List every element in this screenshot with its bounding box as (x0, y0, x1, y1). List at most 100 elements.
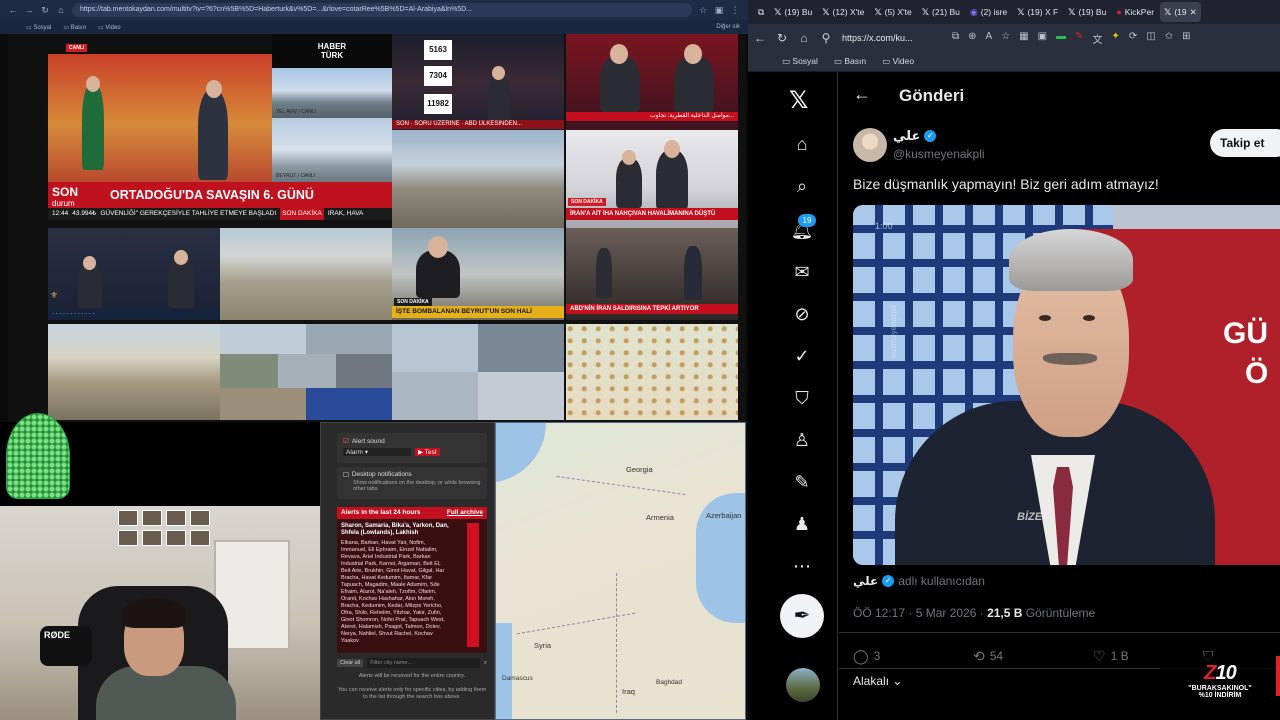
back-icon[interactable]: ← (754, 31, 766, 45)
favorite-star-icon[interactable]: ☆ (1001, 31, 1010, 46)
beirut-live-tile[interactable]: BEYRUT / CANLI (272, 118, 392, 182)
clear-all-button[interactable]: Clear all (337, 659, 364, 667)
back-arrow-icon[interactable]: ← (853, 84, 871, 105)
search-icon[interactable]: ⌕ (484, 660, 487, 667)
grok-icon[interactable]: ⊘ (790, 302, 814, 326)
page-icon[interactable]: ⧉ (952, 31, 959, 46)
home-icon[interactable]: ⌂ (56, 5, 66, 15)
bookmark-basin[interactable]: ▭ Basın (834, 56, 866, 67)
test-button[interactable]: ▶ Test (415, 448, 440, 456)
tab-1[interactable]: 𝕏 (19) Bu (770, 2, 816, 22)
reload-icon[interactable]: ↻ (776, 31, 788, 45)
tweet-video[interactable]: GÜ Ö 1:00 kusmeyenakpli BİZE (853, 205, 1280, 565)
alert-sound-select[interactable]: Alarm ▾ (343, 448, 411, 456)
jerusalem-tile[interactable] (48, 324, 220, 420)
repost-button[interactable]: ⟲ 54 (973, 646, 1093, 666)
favorites-icon[interactable]: ✩ (1165, 31, 1173, 46)
beirut-report-tile[interactable]: SON DAKİKA İŞTE BOMBALANAN BEYRUT'UN SON… (392, 228, 564, 320)
star-icon[interactable]: ☆ (698, 5, 708, 16)
aj-guest-2 (168, 258, 194, 308)
tab-7[interactable]: 𝕏 (19) Bu (1064, 2, 1110, 22)
abd-tile[interactable]: ABD'NİN İRAN SALDIRISINA TEPKİ ARTIYOR (566, 228, 738, 320)
reply-sort-dropdown[interactable]: Alakalı ⌄ (853, 674, 902, 688)
site-info-icon[interactable]: ⚲ (820, 31, 832, 45)
alerts-scrollbar[interactable] (467, 523, 479, 647)
collections-icon[interactable]: ⊞ (1182, 31, 1190, 46)
verified-orgs-icon[interactable]: ✓ (790, 344, 814, 368)
cctv-grid-tile-a[interactable] (220, 324, 392, 420)
bookmark-sosyal[interactable]: ▭ Sosyal (26, 24, 51, 31)
bookmark-sosyal[interactable]: ▭ Sosyal (782, 56, 818, 67)
refresh-extension-icon[interactable]: ⟳ (1129, 31, 1137, 46)
x-logo-icon[interactable]: 𝕏 (789, 86, 808, 115)
right-address-bar[interactable]: https://x.com/ku... (842, 28, 942, 48)
presenter-right (198, 90, 228, 180)
extension-3-icon[interactable]: ▬ (1056, 31, 1066, 46)
bookmark-video[interactable]: ▭ Video (882, 56, 914, 67)
close-tab-icon[interactable]: ✕ (1190, 7, 1197, 18)
full-archive-link[interactable]: Full archive (447, 507, 483, 519)
aerial-city-tile[interactable] (220, 228, 392, 320)
tab-4[interactable]: 𝕏 (21) Bu (918, 2, 964, 22)
tab-2[interactable]: 𝕏 (12) X'te (818, 2, 868, 22)
tab-9-active[interactable]: 𝕏 (19 ✕ (1160, 2, 1201, 22)
extension-4-icon[interactable]: ✎ (1075, 31, 1083, 46)
reload-icon[interactable]: ↻ (40, 5, 50, 16)
tel-aviv-live-tile[interactable]: TEL AVIV / CANLI (272, 68, 392, 118)
author-name-row[interactable]: علي ✓ (893, 128, 937, 144)
alert-sound-checkbox[interactable]: ☑ (343, 437, 349, 445)
tab-5[interactable]: ◉ (2) isre (966, 2, 1011, 22)
account-avatar[interactable] (786, 668, 820, 702)
label-georgia: Georgia (626, 465, 653, 474)
iran-news-tile[interactable]: SON DAKİKA İRAN'A AİT İHA NAHÇIVAN HAVAL… (566, 130, 738, 228)
menu-icon[interactable]: ⋮ (730, 5, 740, 16)
city-skyline-tile[interactable] (392, 130, 564, 228)
left-address-bar[interactable]: https://tab.mentokaydan.com/multitv?iv=?… (72, 3, 692, 17)
al-jazeera-tile[interactable]: ⚜ · · · · · · · · · · · · (48, 228, 220, 320)
follow-button[interactable]: Takip et (1210, 129, 1280, 157)
alerts-note-2: You can receive alerts only for specific… (337, 687, 487, 700)
flight-map-tile[interactable] (566, 324, 738, 420)
split-screen-icon[interactable]: ◫ (1146, 31, 1155, 46)
sort-label: Alakalı (853, 674, 890, 688)
cctv-grid-tile-b[interactable] (392, 324, 564, 420)
al-arabiya-tile[interactable]: مواصل الداخلية القطرية: تجاوب... (566, 34, 738, 130)
tab-overview-icon[interactable]: ⧉ (754, 2, 768, 22)
tab-8[interactable]: ● KickPer (1112, 2, 1158, 22)
home-icon[interactable]: ⌂ (798, 31, 810, 45)
tweet-timestamp[interactable]: ÖÖ 12:17 · 5 Mar 2026 · (853, 606, 984, 620)
messages-icon[interactable]: ✉ (790, 260, 814, 284)
bookmark-video[interactable]: ▭ Video (98, 24, 121, 31)
tab-3[interactable]: 𝕏 (5) X'te (870, 2, 915, 22)
more-icon[interactable]: ⋯ (790, 554, 814, 578)
haberturk-map-tile[interactable] (48, 54, 272, 182)
bookmark-basin[interactable]: ▭ Basın (63, 24, 86, 31)
x-favicon-icon: 𝕏 (774, 6, 782, 17)
read-aloud-icon[interactable]: A (986, 31, 993, 46)
numbers-studio-tile[interactable]: 5163 7304 11982 SON · SORU ÜZERİNE · ABD… (392, 34, 564, 130)
translate-icon[interactable]: 文 (1092, 31, 1102, 46)
via-name[interactable]: علي (853, 574, 878, 588)
communities-icon[interactable]: ✎ (790, 470, 814, 494)
bookmarks-icon[interactable]: ⛉ (790, 386, 814, 410)
author-handle[interactable]: @kusmeyenakpli (893, 147, 985, 161)
explore-icon[interactable]: ⌕ (790, 174, 814, 198)
jobs-icon[interactable]: ♙ (790, 428, 814, 452)
forward-icon[interactable]: → (24, 5, 34, 15)
extension-2-icon[interactable]: ▣ (1038, 31, 1047, 46)
extension-1-icon[interactable]: ▦ (1019, 31, 1028, 46)
region-map[interactable]: Georgia Armenia Azerbaijan Syria Damascu… (495, 422, 746, 720)
bookmark-other[interactable]: Diğer sık (716, 24, 740, 30)
extension-icon[interactable]: ▣ (714, 5, 724, 16)
back-icon[interactable]: ← (8, 5, 18, 15)
tab-6[interactable]: 𝕏 (19) X F (1013, 2, 1062, 22)
reply-button[interactable]: ◯ 3 (853, 646, 973, 666)
author-avatar[interactable] (853, 128, 887, 162)
desktop-notifications-checkbox[interactable]: ☐ (343, 471, 349, 479)
post-button[interactable]: ✒ (780, 594, 824, 638)
home-icon[interactable]: ⌂ (790, 132, 814, 156)
city-filter-input[interactable]: Filter city name... (367, 658, 480, 668)
zoom-icon[interactable]: ⊕ (968, 31, 976, 46)
extension-5-icon[interactable]: ✦ (1111, 31, 1119, 46)
profile-icon[interactable]: ♟ (790, 512, 814, 536)
